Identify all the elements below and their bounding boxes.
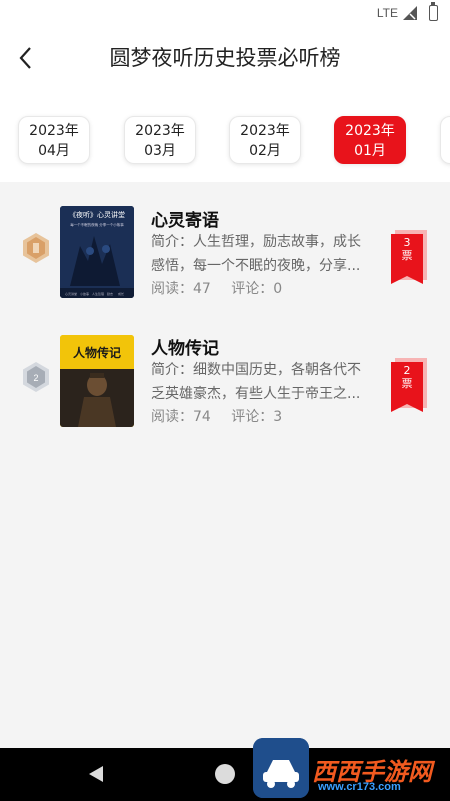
- svg-text:2: 2: [33, 373, 38, 383]
- list-item[interactable]: 《夜听》心灵讲堂 每一个不眠的夜晚 分享一个小故事 心灵讲堂 小故事 人生哲理 …: [0, 196, 450, 324]
- book-stats: 阅读：47 评论：0: [151, 278, 298, 298]
- silver-rank-icon: 2: [23, 362, 49, 392]
- vote-count: 3: [403, 236, 411, 249]
- month-tabs: 2023年 04月 2023年 03月 2023年 02月 2023年 01月: [0, 92, 450, 182]
- cover-heading: 人物传记: [73, 345, 121, 360]
- tab-year: 2023年: [135, 123, 185, 139]
- tab-month: 02月: [249, 143, 281, 159]
- watermark-logo: [253, 738, 309, 798]
- page-title: 圆梦夜听历史投票必听榜: [109, 46, 341, 70]
- tab-year: 2023年: [29, 123, 79, 139]
- tab-month: 04月: [38, 143, 70, 159]
- tab-2023-03[interactable]: 2023年 03月: [124, 116, 196, 164]
- comment-count: 评论：3: [231, 409, 283, 425]
- vote-unit: 票: [401, 249, 413, 262]
- book-title: 人物传记: [151, 339, 219, 359]
- book-stats: 阅读：74 评论：3: [151, 406, 298, 426]
- cover-subtitle: 每一个不眠的夜晚 分享一个小故事: [70, 222, 124, 227]
- tab-month: 03月: [144, 143, 176, 159]
- watermark-sub: www.cr173.com: [318, 781, 401, 793]
- book-title: 心灵寄语: [151, 211, 219, 231]
- cover-footer-3: 人生哲理: [92, 291, 104, 296]
- read-count: 阅读：47: [151, 281, 211, 297]
- book-description: 简介：细数中国历史，各朝各代不乏英雄豪杰，有些人生于帝王之...: [151, 362, 361, 402]
- book-cover: 人物传记: [60, 335, 134, 427]
- tab-2023-02[interactable]: 2023年 02月: [229, 116, 301, 164]
- tab-year: 2023年: [345, 123, 395, 139]
- bronze-rank-icon: [23, 233, 49, 263]
- cover-footer-4: 励志: [107, 291, 113, 296]
- vote-count-label: 2 票: [389, 364, 425, 390]
- network-type: LTE: [376, 6, 398, 20]
- read-count: 阅读：74: [151, 409, 211, 425]
- comment-count: 评论：0: [231, 281, 283, 297]
- nav-back-icon[interactable]: [87, 764, 105, 784]
- status-bar: LTE: [0, 0, 450, 28]
- cover-footer-1: 心灵讲堂: [65, 291, 77, 296]
- nav-home-icon[interactable]: [215, 764, 235, 784]
- tab-2023-04[interactable]: 2023年 04月: [18, 116, 90, 164]
- book-description: 简介：人生哲理，励志故事，成长感悟，每一个不眠的夜晚，分享...: [151, 234, 361, 274]
- ranking-list: 《夜听》心灵讲堂 每一个不眠的夜晚 分享一个小故事 心灵讲堂 小故事 人生哲理 …: [0, 182, 450, 452]
- battery-icon: [429, 2, 438, 21]
- vote-count: 2: [403, 364, 411, 377]
- cover-heading: 《夜听》心灵讲堂: [69, 210, 125, 219]
- vote-count-label: 3 票: [389, 236, 425, 262]
- header: 圆梦夜听历史投票必听榜: [0, 28, 450, 92]
- vote-unit: 票: [401, 377, 413, 390]
- tab-next-partial[interactable]: [440, 116, 450, 164]
- book-cover: 《夜听》心灵讲堂 每一个不眠的夜晚 分享一个小故事 心灵讲堂 小故事 人生哲理 …: [60, 206, 134, 298]
- tab-month: 01月: [354, 143, 386, 159]
- cover-footer-2: 小故事: [80, 291, 89, 296]
- tab-2023-01[interactable]: 2023年 01月: [334, 116, 406, 164]
- signal-icon: [403, 6, 417, 20]
- cover-footer-5: 成长: [118, 291, 124, 296]
- list-item[interactable]: 2 人物传记 人物传记 简介：细数中国历史，各朝各代不乏英雄豪杰，有些人生于帝王…: [0, 324, 450, 452]
- tab-year: 2023年: [240, 123, 290, 139]
